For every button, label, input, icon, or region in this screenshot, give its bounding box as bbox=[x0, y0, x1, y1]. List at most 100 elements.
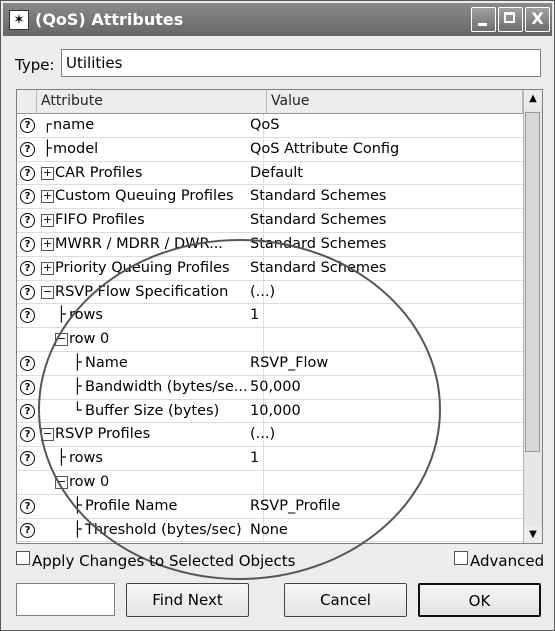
table-row[interactable]: ? ┌ name QoS bbox=[17, 114, 523, 138]
collapse-icon[interactable]: − bbox=[55, 475, 68, 489]
attribute-value[interactable]: (...) bbox=[250, 284, 275, 300]
attribute-column-header[interactable]: Attribute bbox=[37, 90, 267, 113]
cancel-button[interactable]: Cancel bbox=[284, 583, 407, 617]
type-label: Type: bbox=[15, 56, 55, 74]
attribute-name: Bandwidth (bytes/se... bbox=[85, 378, 248, 395]
attribute-name: row 0 bbox=[69, 331, 110, 348]
expand-icon[interactable]: + bbox=[41, 214, 54, 228]
table-row[interactable]: − row 0 bbox=[17, 328, 523, 352]
table-row[interactable]: ? − RSVP Flow Specification (...) bbox=[17, 280, 523, 305]
tree-connector: ├ bbox=[73, 521, 82, 538]
apply-changes-checkbox-row[interactable]: Apply Changes to Selected Objects bbox=[16, 551, 316, 571]
table-row[interactable]: ? ├ Threshold (bytes/sec) None bbox=[17, 518, 523, 543]
apply-changes-checkbox[interactable] bbox=[16, 551, 30, 565]
attribute-cell: + CAR Profiles bbox=[37, 161, 264, 185]
attribute-value[interactable]: Standard Schemes bbox=[250, 212, 386, 228]
scroll-thumb[interactable] bbox=[525, 112, 540, 452]
help-icon[interactable]: ? bbox=[20, 308, 35, 324]
help-icon[interactable]: ? bbox=[20, 498, 35, 514]
collapse-icon[interactable]: − bbox=[41, 285, 54, 299]
help-icon[interactable]: ? bbox=[20, 403, 35, 419]
help-icon[interactable]: ? bbox=[20, 379, 35, 395]
attribute-name: RSVP Profiles bbox=[55, 426, 151, 443]
attribute-name: Priority Queuing Profiles bbox=[55, 259, 230, 276]
attribute-cell: ┌ name bbox=[37, 114, 264, 137]
attribute-value[interactable]: 50,000 bbox=[250, 379, 301, 395]
attribute-grid: Attribute Value ? ┌ name QoS ? ├ model Q… bbox=[16, 89, 543, 544]
expand-icon[interactable]: + bbox=[41, 261, 54, 275]
attribute-name: rows bbox=[69, 450, 103, 467]
help-icon[interactable]: ? bbox=[20, 451, 35, 467]
attribute-cell: ├ rows bbox=[37, 447, 264, 470]
attribute-value[interactable]: QoS bbox=[250, 117, 280, 133]
vertical-scrollbar[interactable]: ▲ ▼ bbox=[523, 90, 542, 543]
expand-icon[interactable]: + bbox=[41, 190, 54, 204]
qos-attributes-dialog: ✶ (QoS) Attributes X Type: Attribute Val… bbox=[0, 0, 555, 631]
type-field[interactable] bbox=[61, 49, 541, 77]
table-row[interactable]: ? ├ Profile Name RSVP_Profile bbox=[17, 494, 523, 519]
expand-icon[interactable]: + bbox=[41, 166, 54, 180]
attribute-value[interactable]: 1 bbox=[250, 450, 259, 466]
table-row[interactable]: ? ├ rows 1 bbox=[17, 447, 523, 471]
attribute-value[interactable]: (...) bbox=[250, 426, 275, 442]
scroll-down-icon[interactable]: ▼ bbox=[524, 526, 542, 543]
tree-connector: └ bbox=[73, 402, 82, 419]
table-row[interactable]: ? − RSVP Profiles (...) bbox=[17, 423, 523, 448]
attribute-cell: ├ model bbox=[37, 137, 264, 161]
table-row[interactable]: ? ├ Name RSVP_Flow bbox=[17, 351, 523, 376]
table-row[interactable]: ? + Priority Queuing Profiles Standard S… bbox=[17, 256, 523, 281]
table-row[interactable]: ? + MWRR / MDRR / DWR... Standard Scheme… bbox=[17, 232, 523, 257]
attribute-cell: + Custom Queuing Profiles bbox=[37, 185, 264, 209]
tree-connector: ├ bbox=[73, 497, 82, 514]
attribute-cell: − row 0 bbox=[37, 328, 264, 351]
advanced-checkbox-row[interactable]: Advanced bbox=[454, 551, 544, 571]
help-icon[interactable]: ? bbox=[20, 284, 35, 300]
scroll-up-icon[interactable]: ▲ bbox=[524, 90, 542, 107]
table-row[interactable]: ? + CAR Profiles Default bbox=[17, 161, 523, 186]
attribute-cell: ├ Name bbox=[37, 351, 264, 375]
help-icon[interactable]: ? bbox=[20, 427, 35, 443]
ok-button[interactable]: OK bbox=[418, 583, 541, 617]
maximize-icon bbox=[504, 12, 515, 23]
attribute-value[interactable]: Standard Schemes bbox=[250, 260, 386, 276]
help-icon[interactable]: ? bbox=[20, 141, 35, 157]
attribute-cell: + Priority Queuing Profiles bbox=[37, 256, 264, 280]
attribute-value[interactable]: Standard Schemes bbox=[250, 188, 386, 204]
help-icon[interactable]: ? bbox=[20, 260, 35, 276]
collapse-icon[interactable]: − bbox=[41, 428, 54, 442]
close-button[interactable]: X bbox=[525, 7, 550, 32]
advanced-checkbox[interactable] bbox=[454, 551, 468, 565]
table-row[interactable]: ? ├ rows 1 bbox=[17, 304, 523, 329]
minimize-button[interactable] bbox=[471, 7, 496, 32]
attribute-value[interactable]: 1 bbox=[250, 307, 259, 323]
table-row[interactable]: ? + Custom Queuing Profiles Standard Sch… bbox=[17, 185, 523, 210]
title-bar[interactable]: ✶ (QoS) Attributes X bbox=[3, 3, 552, 36]
attribute-value[interactable]: None bbox=[250, 522, 288, 538]
help-icon[interactable]: ? bbox=[20, 189, 35, 205]
help-icon[interactable]: ? bbox=[20, 165, 35, 181]
table-row[interactable]: ? + FIFO Profiles Standard Schemes bbox=[17, 209, 523, 233]
table-row[interactable]: ? └ Buffer Size (bytes) 10,000 bbox=[17, 399, 523, 424]
help-icon[interactable]: ? bbox=[20, 118, 35, 133]
attribute-value[interactable]: RSVP_Profile bbox=[250, 498, 340, 514]
find-next-button[interactable]: Find Next bbox=[126, 583, 249, 617]
table-row[interactable]: ? ├ model QoS Attribute Config bbox=[17, 137, 523, 162]
attribute-value[interactable]: Default bbox=[250, 165, 303, 181]
help-icon[interactable]: ? bbox=[20, 236, 35, 252]
attribute-value[interactable]: 10,000 bbox=[250, 403, 301, 419]
maximize-button[interactable] bbox=[498, 7, 523, 32]
value-column-header[interactable]: Value bbox=[267, 90, 523, 113]
attribute-cell: − RSVP Flow Specification bbox=[37, 280, 264, 304]
expand-icon[interactable]: + bbox=[41, 237, 54, 251]
help-icon[interactable]: ? bbox=[20, 213, 35, 229]
collapse-icon[interactable]: − bbox=[55, 333, 68, 347]
attribute-value[interactable]: QoS Attribute Config bbox=[250, 141, 399, 157]
close-icon: X bbox=[531, 9, 544, 28]
table-row[interactable]: − row 0 bbox=[17, 470, 523, 495]
table-row[interactable]: ? ├ Bandwidth (bytes/se... 50,000 bbox=[17, 375, 523, 400]
attribute-value[interactable]: Standard Schemes bbox=[250, 236, 386, 252]
help-icon[interactable]: ? bbox=[20, 522, 35, 538]
find-field[interactable] bbox=[16, 583, 115, 616]
help-icon[interactable]: ? bbox=[20, 355, 35, 371]
attribute-value[interactable]: RSVP_Flow bbox=[250, 355, 328, 371]
